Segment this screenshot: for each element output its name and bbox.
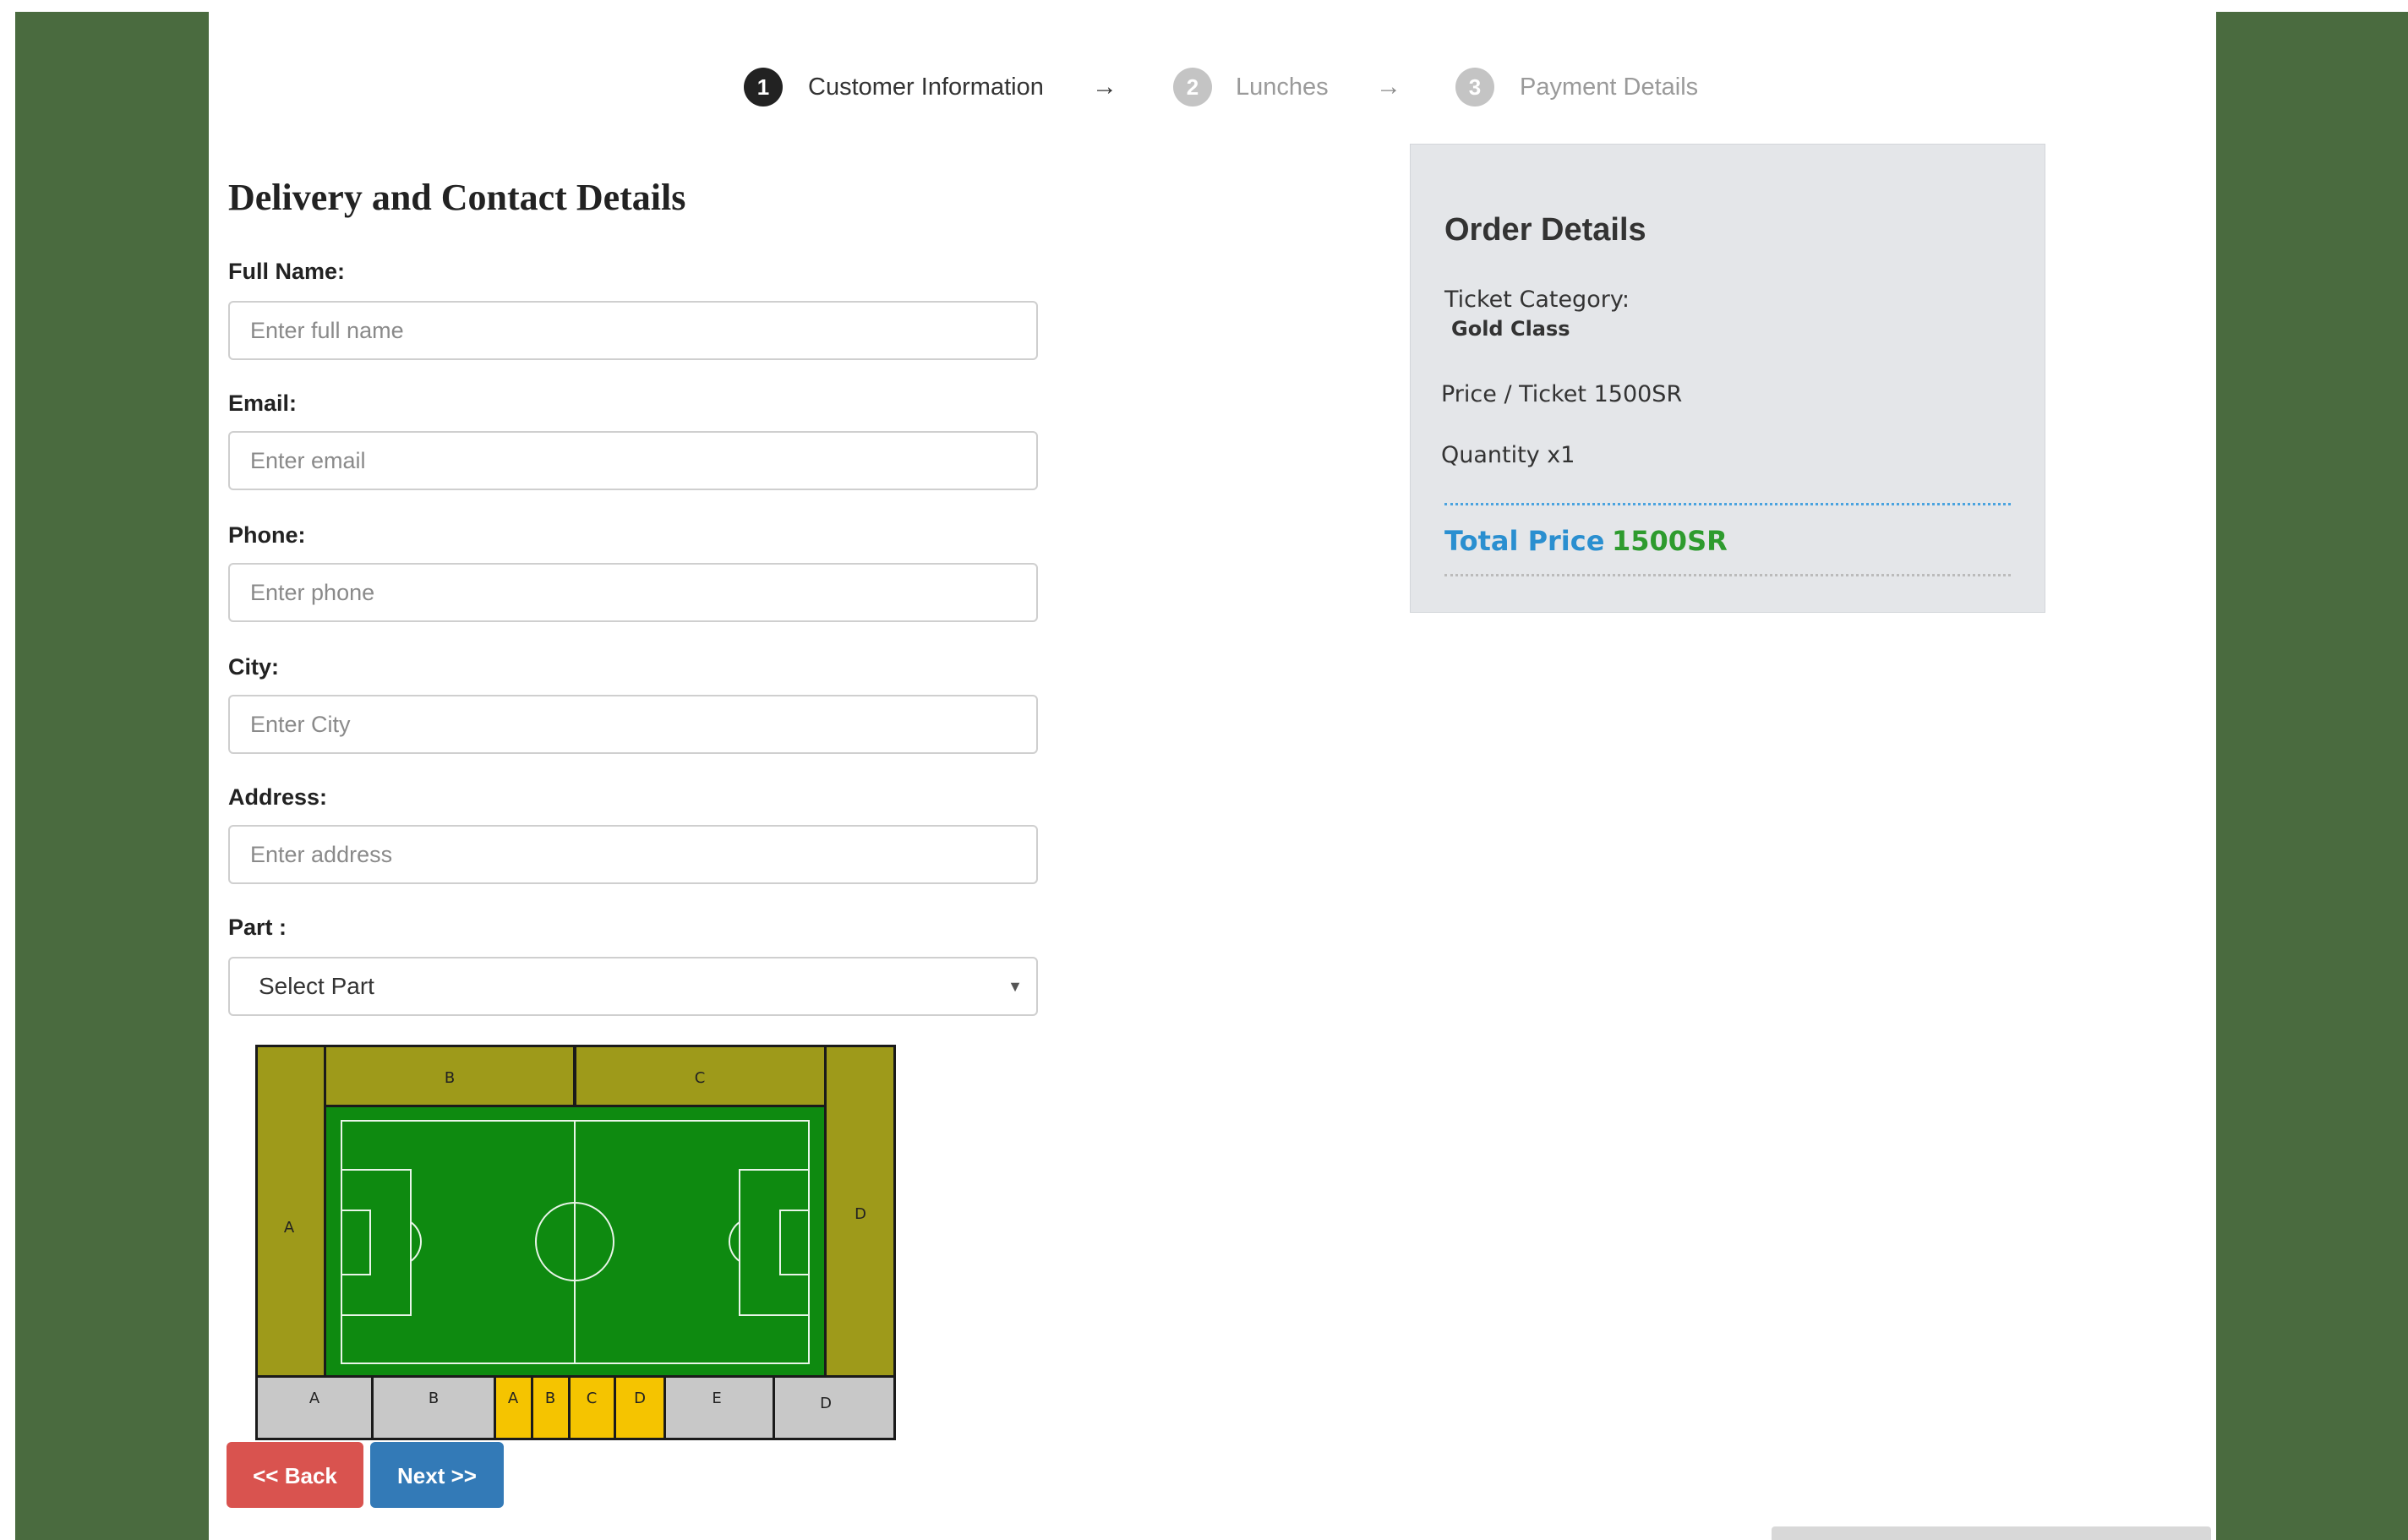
bottom-section-b[interactable] bbox=[374, 1378, 494, 1438]
city-input[interactable] bbox=[228, 695, 1038, 754]
stand-top-b-label: B bbox=[445, 1069, 455, 1087]
bottom-section-a-label: A bbox=[309, 1390, 320, 1407]
full-name-label: Full Name: bbox=[228, 259, 346, 284]
step-arrow-1: → bbox=[1092, 73, 1117, 101]
stadium-map: B C A D A B A B C D E D bbox=[255, 1045, 896, 1440]
step-2-badge: 2 bbox=[1173, 68, 1212, 106]
ticket-category-label: Ticket Category: bbox=[1444, 287, 1630, 313]
bottom-section-gold-c-label: C bbox=[587, 1390, 598, 1407]
step-1-label[interactable]: Customer Information bbox=[808, 68, 1044, 106]
bottom-section-gold-c[interactable] bbox=[571, 1378, 614, 1438]
bottom-section-gold-b[interactable] bbox=[533, 1378, 568, 1438]
next-button[interactable]: Next >> bbox=[370, 1442, 504, 1508]
bottom-section-gold-b-label: B bbox=[545, 1390, 555, 1407]
stand-right-label: D bbox=[855, 1205, 866, 1223]
total-divider-bottom bbox=[1444, 574, 2011, 576]
stand-left-label: A bbox=[284, 1219, 295, 1237]
step-arrow-2: → bbox=[1376, 73, 1401, 101]
bottom-section-a[interactable] bbox=[258, 1378, 371, 1438]
part-select[interactable]: Select Part ▼ bbox=[228, 957, 1038, 1016]
footer-widget bbox=[1772, 1526, 2211, 1540]
order-details-panel: Order Details Ticket Category: Gold Clas… bbox=[1410, 144, 2045, 613]
phone-label: Phone: bbox=[228, 522, 306, 548]
page-edge-left bbox=[0, 0, 15, 1540]
quantity: Quantity x1 bbox=[1441, 442, 1575, 468]
total-divider-top bbox=[1444, 503, 2011, 505]
step-3-badge: 3 bbox=[1455, 68, 1494, 106]
step-1-badge: 1 bbox=[744, 68, 783, 106]
address-input[interactable] bbox=[228, 825, 1038, 884]
phone-input[interactable] bbox=[228, 563, 1038, 622]
bottom-section-d-label: D bbox=[820, 1395, 832, 1412]
ticket-category-value: Gold Class bbox=[1451, 317, 1570, 341]
city-label: City: bbox=[228, 654, 279, 680]
chevron-down-icon: ▼ bbox=[1007, 978, 1023, 995]
page-edge-top bbox=[0, 0, 2408, 12]
full-name-input[interactable] bbox=[228, 301, 1038, 360]
page-side-left bbox=[0, 0, 209, 1540]
form-heading: Delivery and Contact Details bbox=[228, 177, 686, 218]
bottom-section-e[interactable] bbox=[666, 1378, 773, 1438]
bottom-section-d[interactable] bbox=[775, 1378, 893, 1438]
bottom-section-b-label: B bbox=[429, 1390, 439, 1407]
bottom-section-gold-d-label: D bbox=[634, 1390, 646, 1407]
email-input[interactable] bbox=[228, 431, 1038, 490]
email-label: Email: bbox=[228, 390, 298, 416]
total-price-value: 1500SR bbox=[1612, 525, 1728, 557]
total-price-label: Total Price bbox=[1444, 525, 1605, 557]
part-label: Part : bbox=[228, 915, 287, 940]
price-per-ticket: Price / Ticket 1500SR bbox=[1441, 381, 1683, 407]
step-3-label[interactable]: Payment Details bbox=[1520, 68, 1698, 106]
order-details-title: Order Details bbox=[1444, 212, 1646, 248]
page-side-right bbox=[2216, 0, 2408, 1540]
stand-left[interactable] bbox=[258, 1047, 324, 1375]
step-2-label[interactable]: Lunches bbox=[1236, 68, 1329, 106]
bottom-section-gold-d[interactable] bbox=[616, 1378, 663, 1438]
back-button[interactable]: << Back bbox=[227, 1442, 363, 1508]
bottom-section-gold-a[interactable] bbox=[496, 1378, 531, 1438]
address-label: Address: bbox=[228, 784, 328, 810]
stand-top-c-label: C bbox=[695, 1069, 706, 1087]
bottom-section-e-label: E bbox=[712, 1390, 721, 1407]
bottom-section-gold-a-label: A bbox=[508, 1390, 519, 1407]
part-select-value: Select Part bbox=[259, 973, 374, 999]
